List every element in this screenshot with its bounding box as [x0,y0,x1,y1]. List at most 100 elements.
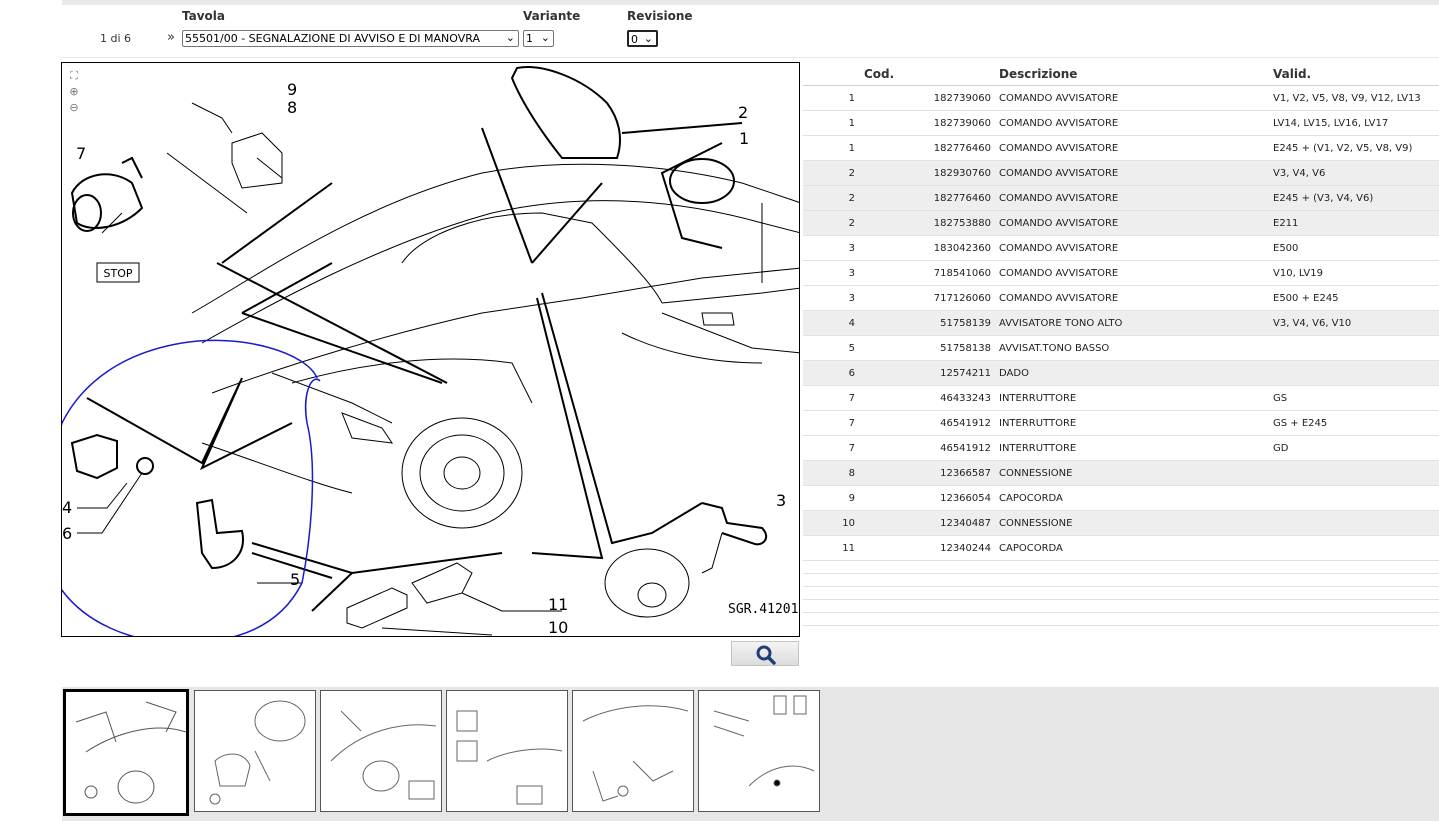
part-position: 4 [848,318,855,329]
double-chevron-right-icon[interactable]: » [167,30,175,45]
part-validity: V3, V4, V6 [1273,168,1326,179]
part-description: CAPOCORDA [999,543,1063,554]
part-code: 182776460 [933,193,991,204]
part-validity: E245 + (V1, V2, V5, V8, V9) [1273,143,1413,154]
table-row[interactable]: 3 718541060 COMANDO AVVISATORE V10, LV19 [803,261,1439,286]
part-description: CAPOCORDA [999,493,1063,504]
part-description: COMANDO AVVISATORE [999,118,1119,129]
header-divider [62,57,1439,58]
tavola-select[interactable]: 55501/00 - SEGNALAZIONE DI AVVISO E DI M… [182,30,519,47]
part-description: INTERRUTTORE [999,418,1077,429]
zoom-search-button[interactable] [731,641,799,666]
part-description: CONNESSIONE [999,518,1073,529]
part-code: 182739060 [933,118,991,129]
part-validity: E211 [1273,218,1299,229]
empty-row [803,600,1439,613]
callout-8: 8 [287,98,297,117]
variante-select-value: 1 [526,32,533,45]
fit-view-icon[interactable]: ⛶ [66,68,82,84]
magnifier-icon [756,645,776,665]
table-row[interactable]: 1 182739060 COMANDO AVVISATORE V1, V2, V5, … [803,86,1439,111]
callout-1: 1 [739,129,749,148]
table-row[interactable]: 6 12574211 DADO [803,361,1439,386]
part-code: 718541060 [933,268,991,279]
part-description: INTERRUTTORE [999,443,1077,454]
table-row[interactable]: 2 182776460 COMANDO AVVISATORE E245 + (V3, … [803,186,1439,211]
thumbnail-6[interactable] [698,690,820,812]
table-row[interactable]: 11 12340244 CAPOCORDA [803,536,1439,561]
part-description: COMANDO AVVISATORE [999,218,1119,229]
column-cod: Cod. [864,67,895,81]
table-row[interactable]: 2 182930760 COMANDO AVVISATORE V3, V4, V6 [803,161,1439,186]
exploded-parts-drawing[interactable]: STOP 1 2 3 4 5 6 7 8 9 10 11 SGR.41201 [61,62,800,637]
part-position: 3 [848,243,855,254]
thumbnail-2[interactable] [194,690,316,812]
chevron-down-icon: ⌄ [505,31,515,44]
table-row[interactable]: 3 717126060 COMANDO AVVISATORE E500 + E245 [803,286,1439,311]
table-row[interactable]: 3 183042360 COMANDO AVVISATORE E500 [803,236,1439,261]
table-row[interactable]: 7 46541912 INTERRUTTORE GS + E245 [803,411,1439,436]
callout-4: 4 [62,498,72,517]
part-code: 717126060 [933,293,991,304]
table-row[interactable]: 8 12366587 CONNESSIONE [803,461,1439,486]
table-row[interactable]: 1 182739060 COMANDO AVVISATORE LV14, LV15, … [803,111,1439,136]
part-position: 1 [848,143,855,154]
part-validity: GD [1273,443,1289,454]
thumbnail-5-preview [582,705,689,802]
part-position: 7 [848,443,855,454]
part-description: AVVISATORE TONO ALTO [999,318,1123,329]
part-code: 46433243 [940,393,991,404]
thumbnail-1[interactable] [63,689,189,816]
zoom-in-icon[interactable]: ⊕ [66,84,82,100]
table-row[interactable]: 9 12366054 CAPOCORDA [803,486,1439,511]
part-validity: E500 + E245 [1273,293,1339,304]
callout-9: 9 [287,80,297,99]
part-validity: E500 [1273,243,1299,254]
parts-table-body: 1 182739060 COMANDO AVVISATORE V1, V2, V5, … [803,86,1439,561]
callout-7: 7 [76,144,86,163]
part-description: INTERRUTTORE [999,393,1077,404]
revisione-select-value: 0 [631,33,638,46]
part-description: COMANDO AVVISATORE [999,193,1119,204]
part-code: 51758138 [940,343,991,354]
thumbnail-4[interactable] [446,690,568,812]
part-description: COMANDO AVVISATORE [999,243,1119,254]
table-row[interactable]: 5 51758138 AVVISAT.TONO BASSO [803,336,1439,361]
part-code: 46541912 [940,443,991,454]
part-position: 3 [848,268,855,279]
part-description: COMANDO AVVISATORE [999,143,1119,154]
part-validity: GS + E245 [1273,418,1328,429]
part-position: 8 [848,468,855,479]
part-code: 182776460 [933,143,991,154]
part-position: 1 [848,118,855,129]
part-code: 182739060 [933,93,991,104]
part-description: COMANDO AVVISATORE [999,293,1119,304]
callout-5: 5 [290,570,300,589]
part-position: 3 [848,293,855,304]
table-row[interactable]: 4 51758139 AVVISATORE TONO ALTO V3, V4, V6,… [803,311,1439,336]
zoom-out-icon[interactable]: ⊖ [66,100,82,116]
part-code: 51758139 [940,318,991,329]
empty-row [803,561,1439,574]
thumbnail-5[interactable] [572,690,694,812]
thumbnail-1-preview [75,701,186,804]
variante-select[interactable]: 1 ⌄ [523,30,554,47]
thumbnail-3-preview [330,710,437,800]
tavola-label: Tavola [182,9,226,23]
part-code: 183042360 [933,243,991,254]
callout-3: 3 [776,491,786,510]
table-row[interactable]: 10 12340487 CONNESSIONE [803,511,1439,536]
table-row[interactable]: 1 182776460 COMANDO AVVISATORE E245 + (V1, … [803,136,1439,161]
part-validity: V10, LV19 [1273,268,1323,279]
revisione-select[interactable]: 0 ⌄ [627,30,658,47]
table-row[interactable]: 7 46433243 INTERRUTTORE GS [803,386,1439,411]
table-row[interactable]: 2 182753880 COMANDO AVVISATORE E211 [803,211,1439,236]
table-row[interactable]: 7 46541912 INTERRUTTORE GD [803,436,1439,461]
part-position: 10 [842,518,855,529]
thumbnail-3[interactable] [320,690,442,812]
part-code: 12574211 [940,368,991,379]
column-valid: Valid. [1273,67,1312,81]
part-description: COMANDO AVVISATORE [999,93,1119,104]
top-strip [62,0,1439,5]
part-code: 12366587 [940,468,991,479]
